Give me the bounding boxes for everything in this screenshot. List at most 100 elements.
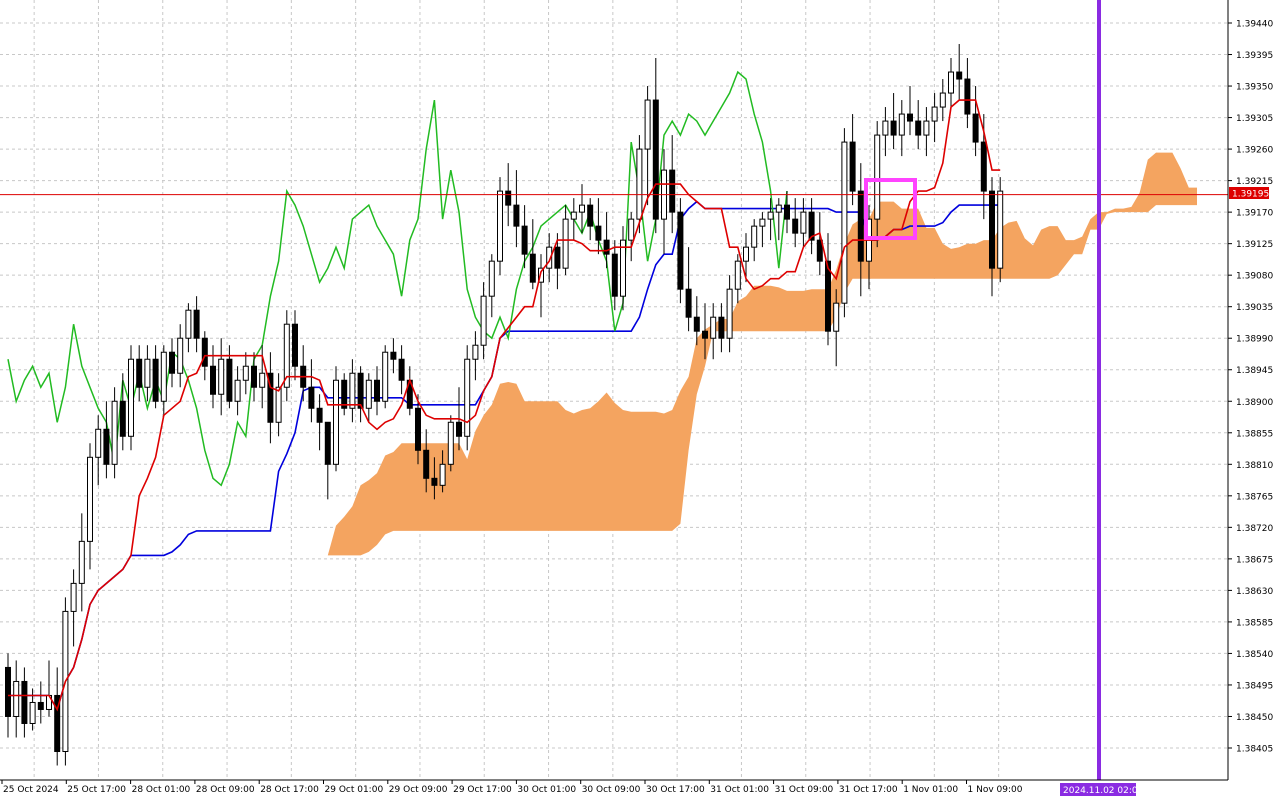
chart-background xyxy=(0,0,1280,800)
candle-body xyxy=(620,239,626,297)
candle-body xyxy=(948,71,954,94)
candle-body xyxy=(529,253,536,283)
candle-body xyxy=(390,351,397,360)
y-tick-label: 1.38630 xyxy=(1236,587,1273,597)
candle-body xyxy=(923,120,930,136)
candle-body xyxy=(644,99,651,150)
candle-body xyxy=(464,358,471,437)
candle-body xyxy=(505,190,512,206)
x-tick-label: 30 Oct 01:00 xyxy=(517,785,576,795)
y-tick-label: 1.39395 xyxy=(1236,51,1273,61)
candle-body xyxy=(70,582,77,612)
candle-body xyxy=(989,190,995,269)
candle-body xyxy=(603,239,610,255)
candle-body xyxy=(439,463,446,486)
candle xyxy=(333,366,339,472)
candle-body xyxy=(874,134,881,220)
candle-body xyxy=(365,379,372,409)
vline-time-label: 2024.11.02 02:00 xyxy=(1060,783,1144,796)
y-tick-label: 1.38495 xyxy=(1236,681,1273,691)
y-tick-label: 1.39440 xyxy=(1236,20,1273,30)
candle-body xyxy=(21,680,28,724)
candle-body xyxy=(193,309,200,339)
candle xyxy=(997,177,1004,283)
candle-body xyxy=(234,379,241,402)
candle-body xyxy=(152,358,159,402)
x-tick-label: 28 Oct 17:00 xyxy=(260,785,319,795)
vline-time-value: 2024.11.02 02:00 xyxy=(1063,786,1144,796)
candle xyxy=(464,345,471,451)
y-tick-label: 1.38405 xyxy=(1236,745,1273,755)
x-tick-label: 1 Nov 01:00 xyxy=(903,785,958,795)
candle-body xyxy=(128,358,134,437)
candle-body xyxy=(333,379,339,465)
candle-body xyxy=(685,288,692,318)
candle-body xyxy=(767,211,774,220)
candle-body xyxy=(775,204,782,213)
y-tick-label: 1.38540 xyxy=(1236,650,1273,660)
y-tick-label: 1.38810 xyxy=(1236,461,1273,471)
candle-body xyxy=(185,309,192,339)
candle xyxy=(841,128,848,318)
candle-body xyxy=(997,190,1004,269)
y-tick-label: 1.38990 xyxy=(1236,335,1273,345)
candle-body xyxy=(472,344,479,360)
y-tick-label: 1.38585 xyxy=(1236,618,1273,628)
candle-body xyxy=(972,113,979,143)
candle-body xyxy=(29,701,36,724)
candle-body xyxy=(956,71,963,80)
candle-body xyxy=(447,421,454,465)
candle-body xyxy=(431,477,438,486)
candle-body xyxy=(693,316,700,332)
y-tick-label: 1.38945 xyxy=(1236,366,1273,376)
candle-body xyxy=(587,204,594,227)
candle-body xyxy=(316,407,323,423)
candle-body xyxy=(562,218,569,269)
candle xyxy=(497,177,503,276)
candle-body xyxy=(37,701,44,710)
y-tick-label: 1.38765 xyxy=(1236,492,1273,502)
y-tick-label: 1.38900 xyxy=(1236,398,1273,408)
candle-body xyxy=(784,204,790,220)
candle-body xyxy=(324,421,331,465)
x-tick-label: 25 Oct 17:00 xyxy=(67,785,126,795)
candle-body xyxy=(702,330,708,339)
candle xyxy=(128,345,134,451)
candle-body xyxy=(718,316,725,339)
y-tick-label: 1.38675 xyxy=(1236,555,1273,565)
candle-body xyxy=(849,141,856,192)
candle-body xyxy=(554,246,561,269)
y-tick-label: 1.38720 xyxy=(1236,524,1273,534)
candle-body xyxy=(734,260,741,290)
candle xyxy=(382,345,389,409)
candle-body xyxy=(726,288,733,339)
y-tick-label: 1.39350 xyxy=(1236,83,1273,93)
candle-body xyxy=(177,337,184,374)
candle-body xyxy=(931,106,938,122)
candle-body xyxy=(226,358,233,402)
candle-body xyxy=(374,379,380,402)
candle-body xyxy=(292,323,298,367)
candle-body xyxy=(87,456,93,542)
candle-body xyxy=(857,190,864,262)
candle-body xyxy=(833,302,840,332)
candle-body xyxy=(751,225,758,248)
y-tick-label: 1.39035 xyxy=(1236,303,1273,313)
x-tick-label: 29 Oct 01:00 xyxy=(325,785,384,795)
candle-body xyxy=(488,260,495,297)
candle-body xyxy=(497,190,503,262)
candle-body xyxy=(570,211,577,220)
candle-body xyxy=(456,421,462,437)
x-tick-label: 30 Oct 09:00 xyxy=(582,785,641,795)
candle-body xyxy=(710,316,717,339)
candle-body xyxy=(898,113,905,136)
candle-body xyxy=(160,351,167,402)
candle-body xyxy=(169,351,175,374)
candle-body xyxy=(423,449,430,479)
candle-body xyxy=(95,428,102,458)
ichimoku-chart[interactable]: 1.39440 1.39395 1.39350 1.39305 1.39260 1.392… xyxy=(0,0,1280,800)
candle xyxy=(111,387,118,479)
candle xyxy=(283,310,290,402)
candle-body xyxy=(210,365,216,395)
candle xyxy=(677,198,684,304)
